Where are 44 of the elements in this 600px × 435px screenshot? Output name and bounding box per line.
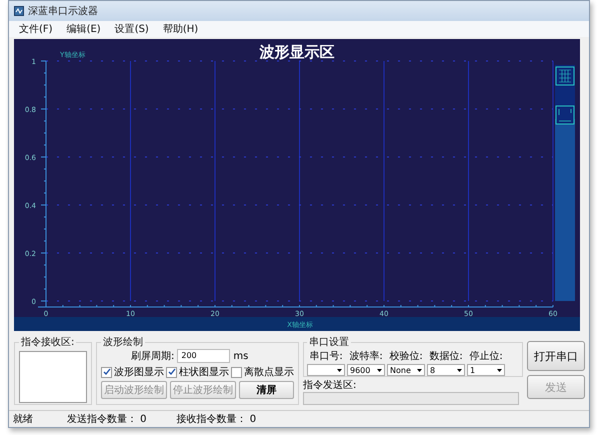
group-label: 波形绘制 xyxy=(102,336,144,349)
status-text: 就绪 xyxy=(13,412,33,426)
caret-icon xyxy=(497,368,502,372)
dropdown[interactable]: None xyxy=(387,364,425,376)
checkbox[interactable]: 柱状图显示 xyxy=(166,365,229,379)
grid-icon[interactable] xyxy=(556,66,574,86)
dropdown[interactable]: 8 xyxy=(427,364,465,376)
action-button[interactable]: 打开串口 xyxy=(527,341,585,371)
checkbox-box[interactable] xyxy=(231,366,242,378)
status-text: 发送指令数量： 0 xyxy=(67,412,147,426)
group-label: 串口设置 xyxy=(308,336,350,349)
action-button[interactable]: 清屏 xyxy=(239,381,294,399)
field-label: 停止位: xyxy=(469,350,503,363)
caret-icon xyxy=(337,368,342,372)
caret-icon xyxy=(377,368,382,372)
group-label: 指令接收区: xyxy=(20,336,76,349)
checkbox-box[interactable] xyxy=(101,366,112,378)
send-area-label: 指令发送区: xyxy=(303,378,358,392)
menu-item[interactable]: 编辑(E) xyxy=(66,22,101,36)
checkbox-box[interactable] xyxy=(166,366,177,378)
checkbox-label: 波形图显示 xyxy=(114,366,164,379)
checkbox-label: 离散点显示 xyxy=(244,366,294,379)
dropdown[interactable]: 1 xyxy=(467,364,505,376)
period-field[interactable]: 200 xyxy=(177,349,230,363)
unit-label: ms xyxy=(233,350,248,362)
field-label: 波特率: xyxy=(349,350,383,363)
caret-icon xyxy=(457,368,462,372)
field-label: 串口号: xyxy=(309,350,343,363)
period-label: 刷屏周期: xyxy=(131,350,174,363)
checkbox-label: 柱状图显示 xyxy=(179,366,229,379)
menu-item[interactable]: 文件(F) xyxy=(19,22,53,36)
status-text: 接收指令数量： 0 xyxy=(176,412,256,426)
checkbox[interactable]: 离散点显示 xyxy=(231,365,294,379)
menu-item[interactable]: 帮助(H) xyxy=(162,22,198,36)
chart-title: 波形显示区 xyxy=(260,43,334,61)
window-title: 深蓝串口示波器 xyxy=(28,4,98,18)
receive-textarea[interactable] xyxy=(19,351,87,403)
app-icon xyxy=(14,6,24,16)
dropdown[interactable]: 9600 xyxy=(347,364,385,376)
field-label: 数据位: xyxy=(429,350,463,363)
field-label: 校验位: xyxy=(389,350,423,363)
menu-item[interactable]: 设置(S) xyxy=(114,22,149,36)
checkbox[interactable]: 波形图显示 xyxy=(101,365,164,379)
caret-icon xyxy=(417,368,422,372)
